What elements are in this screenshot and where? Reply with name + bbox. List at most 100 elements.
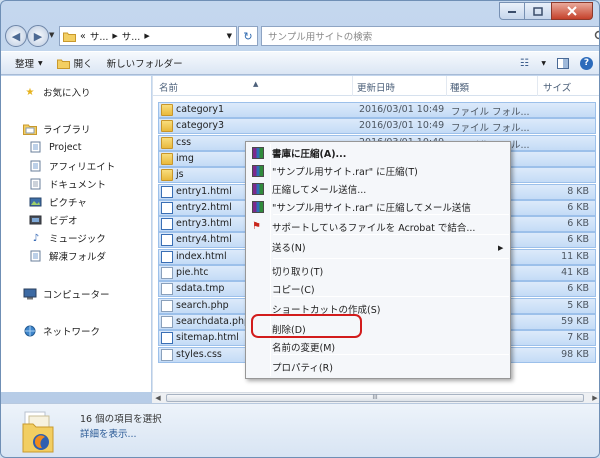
- open-label: 開く: [73, 59, 93, 70]
- file-name: styles.css: [176, 348, 222, 360]
- organize-button[interactable]: 整理 ▼: [15, 56, 43, 70]
- back-arrow-icon: ◀: [11, 29, 21, 43]
- forward-arrow-icon: ▶: [33, 29, 43, 43]
- scrollbar-thumb[interactable]: III: [166, 394, 584, 402]
- file-icon: [161, 234, 173, 247]
- file-icon: [161, 299, 173, 312]
- nav-library-affiliate[interactable]: アフィリエイト: [29, 159, 115, 173]
- file-name: search.php: [176, 299, 229, 311]
- recent-pages-dropdown-icon[interactable]: ▼: [49, 31, 54, 39]
- file-name: sitemap.html: [176, 332, 239, 344]
- minimize-button[interactable]: [499, 2, 525, 20]
- folder-icon: [161, 120, 173, 133]
- network-icon: [24, 325, 36, 337]
- breadcrumb-item[interactable]: サ...: [122, 29, 141, 43]
- nav-library-label: アフィリエイト: [49, 162, 116, 173]
- column-header-size[interactable]: サイズ: [543, 80, 571, 94]
- search-input[interactable]: サンプル用サイトの検索: [261, 26, 600, 46]
- context-menu-item[interactable]: 書庫に圧縮(A)...: [252, 144, 347, 162]
- forward-button[interactable]: ▶: [27, 25, 49, 47]
- nav-library-pictures[interactable]: ピクチャ: [29, 195, 87, 209]
- help-icon[interactable]: ?: [580, 56, 593, 70]
- nav-library-music[interactable]: ♪ ミュージック: [29, 231, 106, 246]
- column-divider[interactable]: [352, 76, 353, 96]
- file-name: category3: [176, 120, 225, 132]
- nav-libraries-label: ライブラリ: [43, 125, 91, 136]
- search-placeholder: サンプル用サイトの検索: [268, 32, 373, 43]
- command-bar: 整理 ▼ 開く 新しいフォルダー ☷ ▼ ?: [1, 51, 599, 75]
- context-menu-label: 名前の変更(M): [272, 343, 336, 354]
- nav-network-label: ネットワーク: [43, 327, 101, 338]
- maximize-button[interactable]: [525, 2, 551, 20]
- file-size: 8 KB: [567, 185, 589, 197]
- file-name: entry4.html: [176, 234, 232, 246]
- chevron-down-icon[interactable]: ▼: [541, 60, 546, 67]
- rar-icon: [252, 147, 264, 159]
- refresh-button[interactable]: ↻: [238, 26, 258, 46]
- nav-network[interactable]: ネットワーク: [23, 324, 100, 338]
- new-folder-label: 新しいフォルダー: [106, 59, 183, 70]
- open-button[interactable]: 開く: [56, 56, 93, 70]
- submenu-arrow-icon: ▶: [498, 244, 504, 252]
- breadcrumb-item[interactable]: サ...: [90, 29, 109, 43]
- nav-library-label: 解凍フォルダ: [49, 252, 107, 263]
- view-options-icon[interactable]: ☷: [517, 56, 531, 70]
- context-menu-item[interactable]: コピー(C): [272, 280, 315, 298]
- nav-library-videos[interactable]: ビデオ: [29, 213, 78, 227]
- close-button[interactable]: [551, 2, 593, 20]
- address-dropdown-icon[interactable]: ▼: [227, 32, 232, 40]
- file-size: 6 KB: [567, 218, 589, 230]
- scroll-left-icon[interactable]: ◀: [153, 394, 163, 402]
- menu-gutter: [270, 144, 271, 376]
- context-menu-item[interactable]: "サンプル用サイト.rar" に圧縮(T): [252, 162, 418, 180]
- file-icon: [161, 218, 173, 231]
- nav-library-project[interactable]: Project: [29, 141, 82, 153]
- file-name: img: [176, 152, 194, 164]
- context-menu-label: "サンプル用サイト.rar" に圧縮してメール送信: [272, 203, 471, 214]
- nav-libraries[interactable]: ライブラリ: [23, 122, 91, 136]
- search-icon[interactable]: [594, 30, 600, 42]
- context-menu: 書庫に圧縮(A)... "サンプル用サイト.rar" に圧縮(T) 圧縮してメール送…: [245, 141, 511, 379]
- context-menu-item[interactable]: プロパティ(R): [272, 358, 333, 376]
- nav-favorites[interactable]: ★ お気に入り: [23, 85, 91, 100]
- horizontal-scrollbar[interactable]: ◀ III ▶: [152, 392, 599, 403]
- nav-library-label: ビデオ: [49, 216, 78, 227]
- context-menu-item[interactable]: 圧縮してメール送信...: [252, 180, 366, 198]
- breadcrumb-prefix[interactable]: «: [80, 31, 86, 42]
- column-header-date[interactable]: 更新日時: [357, 80, 395, 94]
- context-menu-label: 切り取り(T): [272, 267, 324, 278]
- context-menu-item[interactable]: ⚑ サポートしているファイルを Acrobat で結合...: [252, 218, 476, 236]
- context-menu-label: サポートしているファイルを Acrobat で結合...: [272, 223, 476, 234]
- file-name: entry3.html: [176, 218, 232, 230]
- breadcrumb-arrow-icon[interactable]: ▶: [144, 32, 149, 40]
- column-header-name[interactable]: 名前: [159, 80, 178, 94]
- column-divider[interactable]: [537, 76, 538, 96]
- file-size: 6 KB: [567, 234, 589, 246]
- column-headers: 名前 ▲ 更新日時 種類 サイズ: [153, 76, 599, 96]
- breadcrumb-arrow-icon[interactable]: ▶: [112, 32, 117, 40]
- nav-library-documents[interactable]: ドキュメント: [29, 177, 106, 191]
- table-row[interactable]: category3 2016/03/01 10:49 ファイル フォル...: [158, 118, 596, 135]
- context-menu-label: 書庫に圧縮(A)...: [272, 149, 347, 160]
- scroll-right-icon[interactable]: ▶: [590, 394, 599, 402]
- context-menu-label: コピー(C): [272, 285, 315, 296]
- nav-library-label: Project: [49, 141, 82, 153]
- nav-library-label: ドキュメント: [49, 180, 107, 191]
- nav-library-extracted[interactable]: 解凍フォルダ: [29, 249, 106, 263]
- preview-pane-icon[interactable]: [556, 56, 570, 70]
- file-name: entry1.html: [176, 185, 232, 197]
- new-folder-button[interactable]: 新しいフォルダー: [107, 56, 183, 70]
- context-menu-item[interactable]: 切り取り(T): [272, 262, 323, 280]
- table-row[interactable]: category1 2016/03/01 10:49 ファイル フォル...: [158, 102, 596, 118]
- file-size: 6 KB: [567, 283, 589, 295]
- address-row: ◀ ▶ ▼ « サ... ▶ サ... ▶ ▼ ↻ サンプル用サイトの検索: [1, 23, 600, 49]
- context-menu-item[interactable]: 名前の変更(M): [272, 338, 335, 356]
- context-menu-item[interactable]: 送る(N): [272, 238, 306, 256]
- address-bar[interactable]: « サ... ▶ サ... ▶ ▼: [59, 26, 237, 46]
- context-menu-item[interactable]: "サンプル用サイト.rar" に圧縮してメール送信: [252, 198, 471, 216]
- nav-computer[interactable]: コンピューター: [23, 287, 110, 301]
- column-divider[interactable]: [446, 76, 447, 96]
- back-button[interactable]: ◀: [5, 25, 27, 47]
- column-header-type[interactable]: 種類: [450, 80, 469, 94]
- show-details-link[interactable]: 詳細を表示...: [80, 426, 137, 440]
